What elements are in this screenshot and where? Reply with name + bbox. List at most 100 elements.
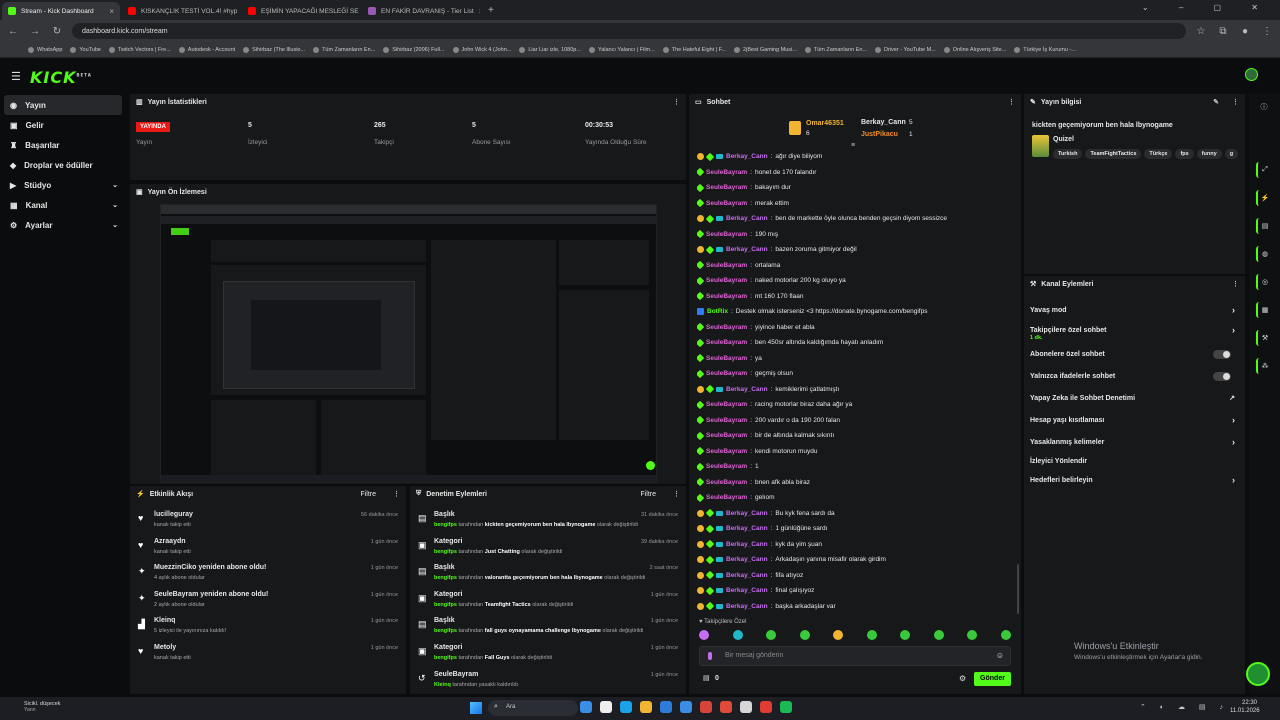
channel-action-row[interactable]: Hedefleri belirleyin › bbox=[1030, 470, 1239, 490]
bookmark-item[interactable]: YouTube bbox=[70, 46, 101, 53]
chat-username[interactable]: SeuleBayram bbox=[706, 200, 747, 207]
emote-icon[interactable] bbox=[699, 630, 709, 640]
broadcast-icon[interactable]: ◎ bbox=[1256, 274, 1272, 290]
chat-username[interactable]: Berkay_Cann bbox=[726, 572, 768, 579]
stream-tag[interactable]: fps bbox=[1175, 149, 1194, 159]
category-name[interactable]: Quizel bbox=[1053, 136, 1074, 143]
share-icon[interactable]: ⁂ bbox=[1256, 358, 1272, 374]
bookmark-item[interactable]: Yalancı Yalancı | Film... bbox=[588, 46, 655, 53]
taskbar-app-icon[interactable] bbox=[700, 701, 712, 713]
chat-message[interactable]: Berkay_Cann: kyk da yim şuan bbox=[697, 537, 1007, 552]
chat-message[interactable]: SeuleBayram: bakayım dur bbox=[697, 180, 1007, 195]
stream-tag[interactable]: g bbox=[1224, 149, 1239, 159]
emote-icon[interactable] bbox=[833, 630, 844, 640]
chat-message[interactable]: SeuleBayram: racing motorlar biraz daha a… bbox=[697, 397, 1007, 412]
chat-message[interactable]: Berkay_Cann: kemiklerimi çatlatmıştı bbox=[697, 382, 1007, 397]
chat-username[interactable]: SeuleBayram bbox=[706, 463, 747, 470]
gifter-2-name[interactable]: Berkay_Cann bbox=[861, 119, 906, 126]
chat-username[interactable]: SeuleBayram bbox=[706, 479, 747, 486]
sidebar-item-4[interactable]: ◆ Droplar ve ödüller bbox=[0, 155, 126, 175]
back-icon[interactable]: ← bbox=[6, 26, 20, 37]
window-controls[interactable]: ⌄ – ▢ ✕ bbox=[1142, 3, 1272, 12]
activity-item[interactable]: ♥ Azraaydn kanalı takip etti 1 gün önce bbox=[138, 536, 398, 562]
gifter-3-name[interactable]: JustPikacu bbox=[861, 131, 898, 138]
tray-icons[interactable]: ⌃ ◐ ☁ ▤ ♪ bbox=[1140, 703, 1229, 711]
bookmark-item[interactable]: Tüm Zamanların En... bbox=[804, 46, 867, 53]
bookmark-item[interactable]: Driver - YouTube M... bbox=[875, 46, 936, 53]
url-input[interactable]: dashboard.kick.com/stream bbox=[72, 23, 1186, 39]
bookmark-item[interactable]: Autodesk - Account bbox=[178, 46, 235, 53]
taskbar-app-icon[interactable] bbox=[660, 701, 672, 713]
chat-message[interactable]: Berkay_Cann: bazen zoruma gitmiyor değil bbox=[697, 242, 1007, 257]
taskbar-app-icon[interactable] bbox=[720, 701, 732, 713]
chat-username[interactable]: SeuleBayram bbox=[706, 231, 747, 238]
browser-tab[interactable]: EŞİMİN YAPACAĞI MESLEĞİ SE× bbox=[242, 2, 360, 20]
moderation-item[interactable]: ▣ Kategori bengifps tarafından Teamfight… bbox=[418, 589, 678, 615]
chat-username[interactable]: SeuleBayram bbox=[706, 494, 747, 501]
chat-message[interactable]: SeuleBayram: naked motorlar 200 kg oluyo … bbox=[697, 273, 1007, 288]
moderation-item[interactable]: ▤ Başlık bengifps tarafından kickten geç… bbox=[418, 509, 678, 535]
close-tab-icon[interactable]: × bbox=[109, 7, 114, 16]
taskbar-app-icon[interactable] bbox=[600, 701, 612, 713]
chat-message[interactable]: SeuleBayram: mt 160 170 flaan bbox=[697, 289, 1007, 304]
chat-message[interactable]: SeuleBayram:190 mış bbox=[697, 227, 1007, 242]
chat-username[interactable]: Berkay_Cann bbox=[726, 246, 768, 253]
chat-username[interactable]: SeuleBayram bbox=[706, 432, 747, 439]
moderation-filter-button[interactable]: Filtre bbox=[640, 491, 656, 498]
emote-icon[interactable] bbox=[799, 630, 810, 640]
bookmark-item[interactable]: The Hateful Eight | F... bbox=[662, 46, 726, 53]
chat-username[interactable]: BotRix bbox=[707, 308, 728, 315]
chat-message[interactable]: SeuleBayram: ya bbox=[697, 351, 1007, 366]
reload-icon[interactable]: ↻ bbox=[50, 26, 64, 37]
emote-icon[interactable] bbox=[900, 630, 911, 640]
info-icon[interactable]: ⓘ bbox=[1256, 99, 1272, 115]
chat-message[interactable]: Berkay_Cann: ağır diye biliyom bbox=[697, 149, 1007, 164]
stream-tag[interactable]: Turkish bbox=[1053, 149, 1083, 159]
taskbar-app-icon[interactable] bbox=[620, 701, 632, 713]
moderation-more-icon[interactable]: ⋮ bbox=[673, 490, 680, 498]
moderation-item[interactable]: ▣ Kategori bengifps tarafından Just Chat… bbox=[418, 536, 678, 562]
bookmark-item[interactable]: Online Alışveriş Site... bbox=[943, 46, 1006, 53]
browser-tab[interactable]: EN FAKİR DAVRANIŞ - Tier List × bbox=[362, 2, 480, 20]
pin-icon[interactable]: ≡ bbox=[851, 142, 855, 149]
chat-message[interactable]: SeuleBayram:200 vardır o da 190 200 fala… bbox=[697, 413, 1007, 428]
chat-scrollbar[interactable] bbox=[1017, 564, 1019, 614]
chat-username[interactable]: SeuleBayram bbox=[706, 324, 747, 331]
chat-message[interactable]: SeuleBayram: ben 450sr altında kaldığımda… bbox=[697, 335, 1007, 350]
extensions-icon[interactable]: ⧉ bbox=[1216, 26, 1230, 37]
chat-username[interactable]: SeuleBayram bbox=[706, 355, 747, 362]
bolt-icon[interactable]: ⚡ bbox=[1256, 190, 1272, 206]
bookmark-item[interactable]: WhatsApp bbox=[28, 46, 62, 53]
mic-icon[interactable] bbox=[708, 652, 712, 660]
emote-icon[interactable] bbox=[766, 630, 777, 640]
chat-username[interactable]: Berkay_Cann bbox=[726, 603, 768, 610]
chat-username[interactable]: SeuleBayram bbox=[706, 417, 747, 424]
chat-username[interactable]: SeuleBayram bbox=[706, 277, 747, 284]
chat-username[interactable]: Berkay_Cann bbox=[726, 215, 768, 222]
bookmark-item[interactable]: John Wick 4 (John... bbox=[452, 46, 511, 53]
kick-logo[interactable]: KICKBETA bbox=[30, 68, 92, 87]
chat-more-icon[interactable]: ⋮ bbox=[1008, 98, 1015, 106]
moderation-item[interactable]: ▤ Başlık bengifps tarafından valorantta … bbox=[418, 562, 678, 588]
chat-message[interactable]: SeuleBayram: bnen afk abla biraz bbox=[697, 475, 1007, 490]
taskbar-app-icon[interactable] bbox=[640, 701, 652, 713]
channel-action-row[interactable]: Hesap yaşı kısıtlaması › bbox=[1030, 410, 1239, 430]
channel-action-row[interactable]: Yasaklanmış kelimeler › bbox=[1030, 432, 1239, 452]
toggle-switch[interactable] bbox=[1213, 349, 1231, 359]
taskbar-app-icon[interactable] bbox=[740, 701, 752, 713]
emote-icon[interactable] bbox=[933, 630, 944, 640]
activity-item[interactable]: ✦ SeuleBayram yeniden abone oldu! 2 aylı… bbox=[138, 589, 398, 615]
chat-message[interactable]: Berkay_Cann: fifa atıyoz bbox=[697, 568, 1007, 583]
chat-message[interactable]: Berkay_Cann: Arkadaşın yanına misafir ola… bbox=[697, 552, 1007, 567]
channel-actions-more-icon[interactable]: ⋮ bbox=[1232, 280, 1239, 288]
chat-username[interactable]: SeuleBayram bbox=[706, 401, 747, 408]
chat-bubble-icon[interactable]: ◍ bbox=[1256, 246, 1272, 262]
chat-username[interactable]: Berkay_Cann bbox=[726, 153, 768, 160]
sidebar-item-3[interactable]: ♜ Başarılar bbox=[0, 135, 126, 155]
channel-action-row[interactable]: Abonelere özel sohbet bbox=[1030, 344, 1239, 364]
user-avatar[interactable] bbox=[1245, 68, 1258, 81]
edit-icon[interactable]: ✎ bbox=[1213, 98, 1219, 106]
chat-message[interactable]: SeuleBayram: gelıom bbox=[697, 490, 1007, 505]
gifter-1-name[interactable]: Omar46351 bbox=[806, 120, 844, 127]
chat-message[interactable]: Berkay_Cann: başka arkadaşlar var bbox=[697, 599, 1007, 614]
